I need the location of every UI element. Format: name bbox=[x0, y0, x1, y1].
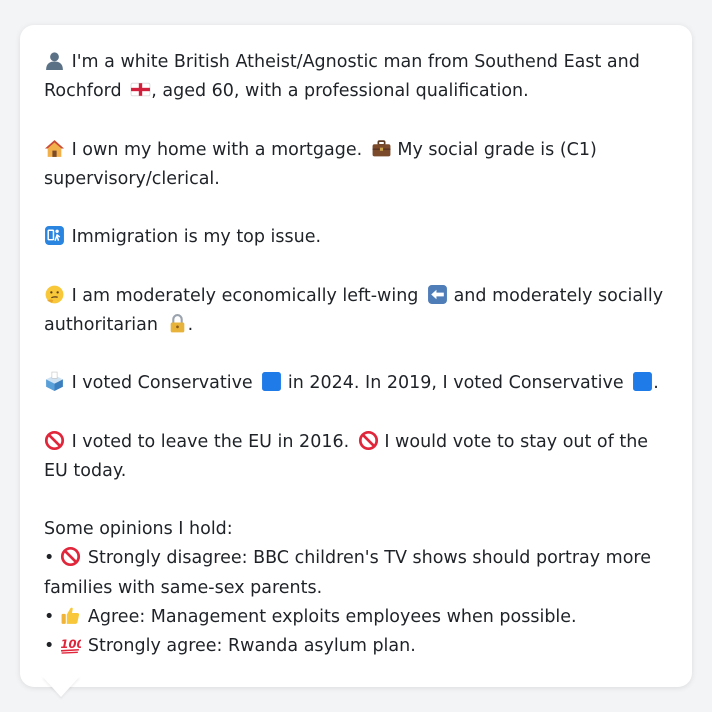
bullet: • bbox=[44, 548, 55, 569]
identity-suffix-text: , aged 60, with a professional qualifica… bbox=[151, 81, 529, 102]
opinion-item-text: Strongly agree: Rwanda asylum plan. bbox=[87, 635, 416, 656]
housing-paragraph: I own my home with a mortgage. My social… bbox=[44, 136, 668, 194]
bubble-tail bbox=[42, 676, 80, 697]
person-silhouette-icon bbox=[44, 50, 65, 71]
opinion-item-text: Agree: Management exploits employees whe… bbox=[87, 606, 577, 627]
left-arrow-icon bbox=[427, 284, 448, 305]
prohibited-icon bbox=[358, 430, 379, 451]
eu-paragraph: I voted to leave the EU in 2016. I would… bbox=[44, 428, 668, 486]
identity-paragraph: I'm a white British Atheist/Agnostic man… bbox=[44, 48, 668, 106]
house-icon bbox=[44, 138, 65, 159]
issue-paragraph: Immigration is my top issue. bbox=[44, 223, 668, 252]
housing-text: I own my home with a mortgage. bbox=[71, 139, 363, 160]
prohibited-icon bbox=[60, 546, 81, 567]
hundred-points-icon: 100 bbox=[60, 634, 81, 655]
ideology-economic-text: I am moderately economically left-wing bbox=[71, 285, 419, 306]
ballot-box-icon bbox=[44, 371, 65, 392]
lock-icon bbox=[167, 313, 188, 334]
issue-text: Immigration is my top issue. bbox=[71, 227, 322, 248]
opinions-paragraph: Some opinions I hold: • Strongly disagre… bbox=[44, 515, 668, 661]
opinion-item-text: Strongly disagree: BBC children's TV sho… bbox=[44, 548, 651, 598]
passport-control-icon bbox=[44, 225, 65, 246]
vote-2019-text: in 2024. In 2019, I voted Conservative bbox=[287, 373, 624, 394]
bullet: • bbox=[44, 606, 55, 627]
thumbs-up-icon bbox=[60, 605, 81, 626]
bullet: • bbox=[44, 635, 55, 656]
thinking-face-icon bbox=[44, 284, 65, 305]
ideology-end-text: . bbox=[187, 314, 194, 335]
england-flag-icon bbox=[130, 79, 151, 100]
briefcase-icon bbox=[371, 138, 392, 159]
blue-square-icon bbox=[632, 371, 653, 392]
eu-2016-text: I voted to leave the EU in 2016. bbox=[71, 431, 350, 452]
opinions-heading: Some opinions I hold: bbox=[44, 519, 233, 540]
prohibited-icon bbox=[44, 430, 65, 451]
blue-square-icon bbox=[261, 371, 282, 392]
ideology-paragraph: I am moderately economically left-wing a… bbox=[44, 282, 668, 340]
vote-end-text: . bbox=[653, 373, 659, 394]
chat-message-bubble: I'm a white British Atheist/Agnostic man… bbox=[20, 25, 692, 687]
voting-paragraph: I voted Conservative in 2024. In 2019, I… bbox=[44, 369, 668, 398]
vote-2024-text: I voted Conservative bbox=[71, 373, 253, 394]
